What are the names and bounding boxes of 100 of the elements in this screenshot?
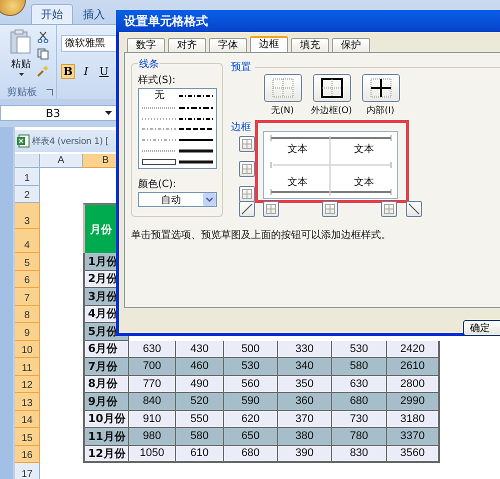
border-toggle-button[interactable] — [406, 201, 422, 217]
preset-label: 无(N) — [271, 105, 294, 117]
name-box[interactable]: B3 — [0, 105, 117, 121]
caret-icon[interactable] — [18, 73, 24, 76]
row-header[interactable]: 1 — [15, 168, 40, 186]
grid-icon — [242, 189, 252, 199]
table-cell: 500 — [224, 340, 278, 358]
row-header[interactable]: 5 — [15, 253, 40, 270]
table-cell: 560 — [224, 376, 278, 393]
row-header[interactable]: 10 — [15, 340, 40, 358]
border-preview[interactable]: 文本 文本 文本 文本 — [263, 131, 398, 199]
table-cell: 9月份 — [83, 393, 129, 410]
row-header[interactable]: 9 — [15, 323, 40, 340]
paste-icon[interactable] — [10, 29, 32, 55]
row-header[interactable]: 17 — [15, 463, 40, 479]
dialog-tab[interactable]: 保护 — [332, 38, 370, 52]
table-cell: 730 — [332, 410, 387, 428]
border-preset-icon — [370, 78, 392, 98]
row-header[interactable]: 11 — [15, 358, 40, 376]
row-header[interactable]: 15 — [15, 428, 40, 446]
diagonal-icon — [241, 203, 253, 215]
preset-label: 内部(I) — [366, 104, 394, 117]
table-cell: 620 — [224, 410, 278, 428]
table-cell: 590 — [224, 393, 278, 410]
line-style-option[interactable] — [178, 146, 213, 155]
table-cell: 10月份 — [83, 410, 129, 428]
column-header[interactable]: A — [40, 154, 83, 168]
grid-icon — [384, 204, 394, 214]
caret-icon[interactable] — [105, 111, 112, 115]
dialog-tab[interactable]: 边框 — [250, 36, 288, 52]
table-cell: 8月份 — [83, 376, 129, 393]
preset-button[interactable] — [362, 74, 400, 102]
dialog-title: 设置单元格格式 — [116, 10, 500, 32]
row-header[interactable]: 12 — [15, 376, 40, 393]
table-cell: 2990 — [387, 393, 440, 410]
table-cell: 12月份 — [83, 446, 129, 463]
ribbon-tab[interactable]: 开始 — [31, 4, 73, 24]
brush-icon[interactable] — [37, 65, 49, 77]
border-toggle-button[interactable] — [263, 201, 279, 217]
line-style-option[interactable] — [178, 158, 213, 166]
table-cell: 490 — [176, 376, 224, 393]
row-header[interactable]: 8 — [15, 306, 40, 323]
dialog-tab[interactable]: 数字 — [127, 38, 165, 52]
table-cell: 1050 — [129, 446, 176, 463]
preview-text: 文本 — [354, 174, 374, 188]
format-button[interactable]: U — [97, 64, 111, 79]
preview-text: 文本 — [354, 142, 374, 156]
table-cell: 6月份 — [83, 340, 129, 358]
border-toggle-button[interactable] — [239, 136, 255, 152]
grid-icon — [242, 164, 252, 174]
table-cell: 2420 — [387, 340, 440, 358]
border-toggle-button[interactable] — [381, 201, 397, 217]
line-style-list[interactable]: 无 — [138, 88, 217, 169]
table-cell: 910 — [129, 410, 176, 428]
preset-button[interactable] — [312, 74, 350, 102]
table-cell: 3180 — [387, 410, 440, 428]
ribbon-tab[interactable]: 插入 — [73, 4, 115, 24]
table-cell: 530 — [332, 340, 387, 358]
row-header[interactable]: 16 — [15, 446, 40, 463]
launcher-icon[interactable] — [46, 88, 53, 96]
table-cell: 680 — [332, 393, 387, 410]
table-cell: 460 — [176, 358, 224, 376]
preview-text: 文本 — [287, 174, 308, 188]
table-cell: 370 — [278, 410, 332, 428]
line-style-option[interactable]: 无 — [154, 91, 164, 102]
grid-icon — [266, 204, 276, 214]
row-header[interactable]: 6 — [15, 270, 40, 288]
border-toggle-button[interactable] — [239, 186, 255, 202]
group-label: 剪贴板 — [7, 86, 37, 99]
color-dropdown[interactable]: 自动 — [138, 192, 217, 207]
color-label: 颜色(C): — [138, 178, 178, 191]
dialog-tab[interactable]: 填充 — [291, 38, 329, 52]
style-label: 样式(S): — [138, 74, 177, 87]
table-cell: 650 — [224, 428, 278, 446]
table-cell: 700 — [129, 358, 176, 376]
ok-button[interactable]: 确定 — [463, 320, 500, 336]
table-cell: 3560 — [387, 446, 440, 463]
paste-label[interactable]: 粘贴 — [11, 57, 31, 71]
border-toggle-button[interactable] — [322, 201, 338, 217]
dialog-tab[interactable]: 字体 — [209, 38, 247, 52]
table-cell: 350 — [278, 376, 332, 393]
row-header[interactable]: 7 — [15, 288, 40, 306]
row-header[interactable]: 13 — [15, 393, 40, 410]
table-cell: 830 — [332, 446, 387, 463]
table-cell: 580 — [332, 358, 387, 376]
row-header[interactable]: 2 — [15, 186, 40, 203]
cut-icon[interactable] — [37, 31, 49, 43]
border-toggle-button[interactable] — [239, 201, 255, 217]
row-header[interactable]: 4 — [15, 229, 40, 253]
format-button[interactable]: I — [79, 64, 93, 79]
format-button[interactable]: B — [61, 64, 75, 79]
copy-icon[interactable] — [37, 48, 49, 60]
section-label: 预置 — [231, 60, 251, 74]
dialog-tab[interactable]: 对齐 — [168, 38, 206, 52]
row-header[interactable]: 14 — [15, 410, 40, 428]
line-style-option[interactable] — [142, 158, 176, 166]
border-toggle-button[interactable] — [239, 161, 255, 177]
grid-icon — [325, 204, 335, 214]
row-header[interactable]: 3 — [15, 203, 40, 229]
hint-text: 单击预置选项、预览草图及上面的按钮可以添加边框样式。 — [131, 228, 392, 242]
